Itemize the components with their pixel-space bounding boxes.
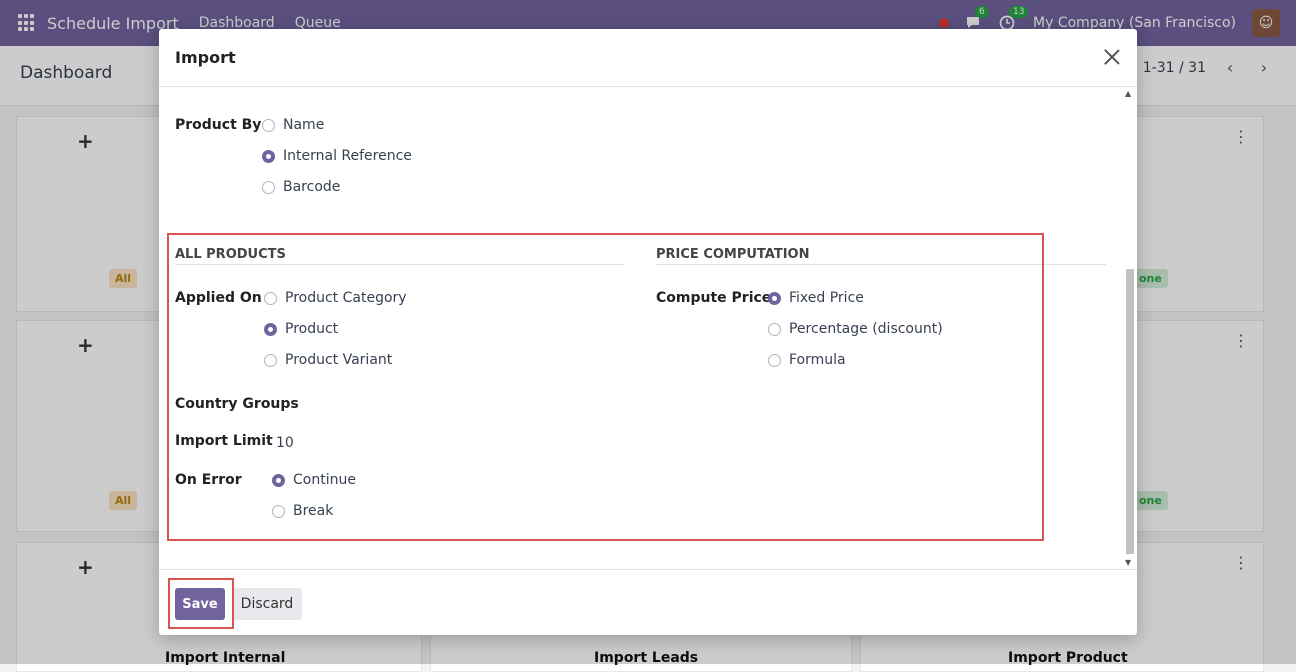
radio-circle[interactable] bbox=[262, 149, 275, 163]
product-by-barcode-radio[interactable]: Barcode bbox=[262, 179, 340, 195]
modal-body: Product By Name Internal Reference Barco… bbox=[159, 87, 1137, 569]
modal-title: Import bbox=[175, 48, 236, 67]
modal-footer: Save Discard bbox=[159, 569, 1137, 635]
discard-button[interactable]: Discard bbox=[232, 588, 302, 620]
product-by-label: Product By bbox=[175, 117, 262, 133]
modal-header: Import bbox=[159, 29, 1137, 87]
radio-label: Internal Reference bbox=[283, 148, 412, 164]
product-by-name-radio[interactable]: Name bbox=[262, 117, 324, 133]
product-by-internal-reference-radio[interactable]: Internal Reference bbox=[262, 148, 412, 164]
import-dialog: Import Product By Name Internal Referenc… bbox=[159, 29, 1137, 635]
modal-scrollbar[interactable]: ▲ ▼ bbox=[1124, 89, 1134, 567]
radio-circle[interactable] bbox=[262, 118, 275, 132]
radio-circle[interactable] bbox=[262, 180, 275, 194]
close-icon[interactable] bbox=[1101, 46, 1123, 68]
scroll-up-icon[interactable]: ▲ bbox=[1125, 89, 1131, 98]
save-highlight-box bbox=[168, 578, 234, 629]
radio-label: Name bbox=[283, 117, 325, 133]
scroll-thumb[interactable] bbox=[1126, 269, 1134, 554]
radio-label: Barcode bbox=[283, 179, 341, 195]
highlight-box bbox=[167, 233, 1044, 541]
scroll-down-icon[interactable]: ▼ bbox=[1125, 558, 1131, 567]
